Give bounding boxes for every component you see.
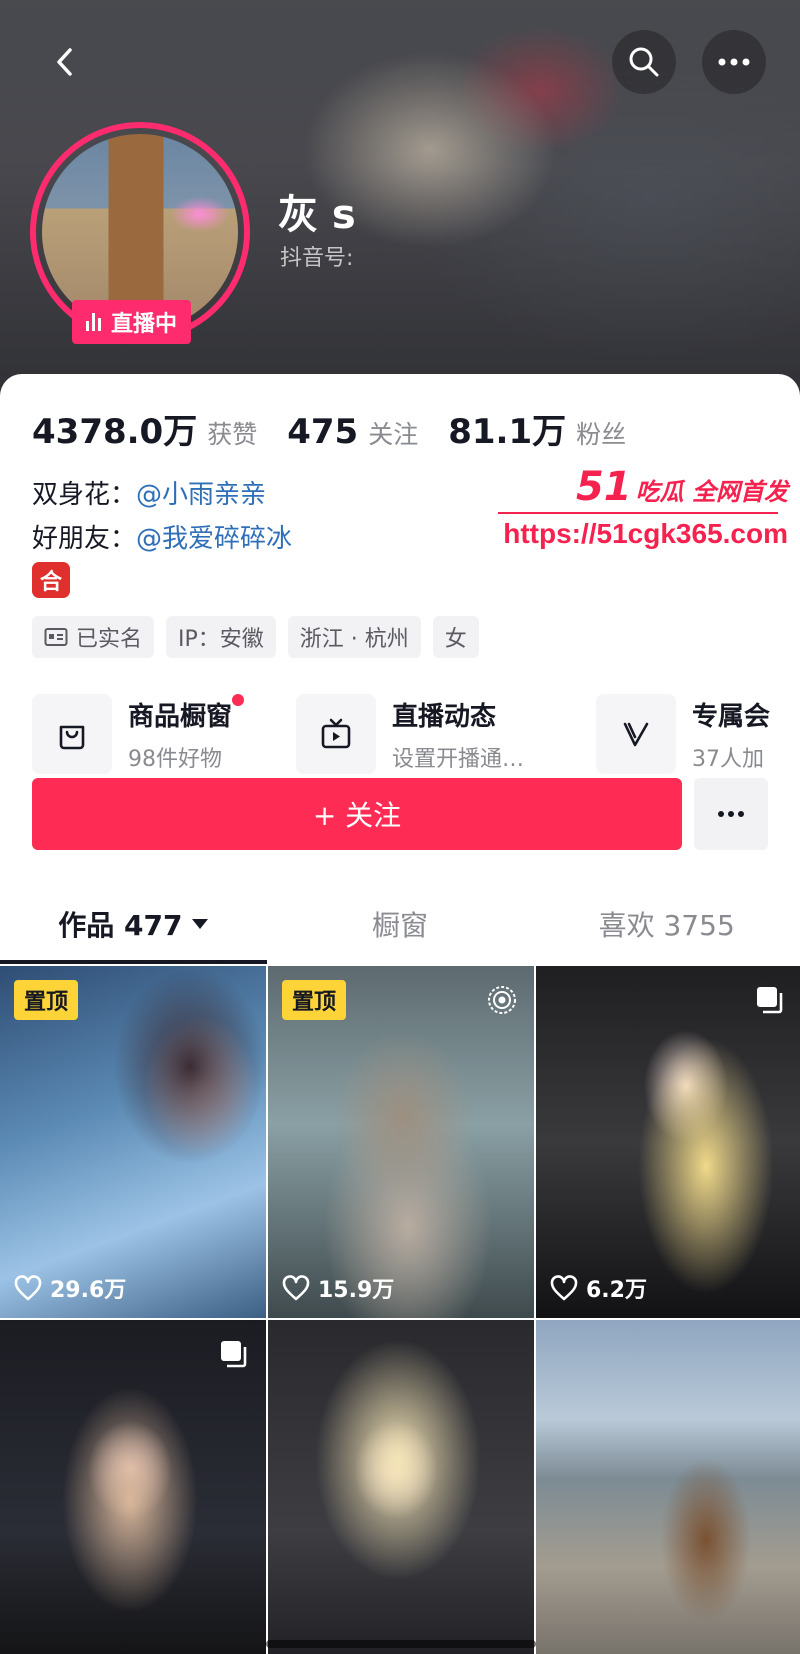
feature-icon-box [596,694,676,774]
feature-live-updates[interactable]: 直播动态 设置开播通… [296,694,524,774]
tab-shop-window[interactable]: 橱窗 [267,884,534,964]
stat-label: 粉丝 [576,420,627,449]
douyin-id[interactable]: 抖音号: [280,240,353,272]
notification-dot [232,694,245,706]
follow-button[interactable]: + 关注 [32,778,682,850]
watermark-url: https://51cgk365.com [503,518,788,549]
tag-text: 已实名 [76,627,143,652]
live-badge[interactable]: 直播中 [72,300,192,344]
tag-gender: 女 [432,616,479,658]
stat-label: 获赞 [207,420,258,449]
relation-handle[interactable]: @我爱碎碎冰 [136,524,292,554]
pinned-badge: 置顶 [14,980,79,1020]
v-logo-icon [623,722,649,747]
more-button[interactable] [702,30,766,94]
like-count: 15.9万 [282,1272,394,1304]
profile-tags: 已实名 IP：安徽 浙江 · 杭州 女 [32,616,479,658]
feature-icon-box [32,694,112,774]
feature-subtitle: 98件好物 [128,746,222,772]
search-button[interactable] [612,30,676,94]
follow-more-button[interactable] [694,778,768,850]
video-thumbnail[interactable]: 6.2万 [536,966,800,1318]
feature-subtitle: 37人加 [692,746,764,772]
feature-title: 专属会 [692,701,771,732]
home-indicator[interactable] [266,1640,536,1648]
stat-likes[interactable]: 4378.0万 获赞 [32,404,257,453]
pinned-badge: 置顶 [282,980,347,1020]
video-thumbnail[interactable] [268,1320,534,1654]
feature-icon-box [296,694,376,774]
tab-works[interactable]: 作品 477 [0,884,267,964]
feature-subtitle: 设置开播通… [392,746,525,772]
relation-handle[interactable]: @小雨亲亲 [136,480,266,510]
live-label: 直播中 [111,312,178,337]
tag-text: 浙江 · 杭州 [299,627,409,652]
tag-location: 浙江 · 杭州 [287,616,421,658]
more-dots-icon [718,811,744,817]
stat-value: 475 [287,412,359,452]
video-thumbnail[interactable]: 置顶 29.6万 [0,966,266,1318]
stat-value: 4378.0万 [32,412,198,452]
tab-likes[interactable]: 喜欢 3755 [533,884,800,964]
watermark-brand: 51 吃瓜 全网首发 [575,464,788,510]
video-grid: 置顶 29.6万 置顶 15.9万 6.2万 [0,966,800,1654]
stat-following[interactable]: 475 关注 [287,412,418,452]
relation-line: 好朋友：@我爱碎碎冰 [32,518,292,555]
more-dots-icon [718,58,750,66]
stat-label: 关注 [368,420,419,449]
feature-membership[interactable]: 专属会 37人加 [596,694,770,774]
heart-icon [14,1275,42,1301]
stat-followers[interactable]: 81.1万 粉丝 [448,404,626,453]
watermark: 51 吃瓜 全网首发 https://51cgk365.com [498,464,798,550]
tag-text: 女 [444,627,467,652]
caret-down-icon[interactable] [192,919,209,929]
video-thumbnail[interactable] [0,1320,266,1654]
heart-icon [282,1275,310,1301]
like-count: 6.2万 [550,1272,647,1304]
back-button[interactable] [34,30,98,94]
relation-label: 双身花： [32,480,137,510]
tab-label: 作品 477 [58,909,183,942]
heart-icon [550,1275,578,1301]
content-tabs: 作品 477 橱窗 喜欢 3755 [0,884,800,964]
feature-title: 直播动态 [392,701,497,732]
chevron-left-icon [57,48,72,76]
tag-verified: 已实名 [32,616,155,658]
feature-shop-window[interactable]: 商品橱窗 98件好物 [32,694,245,774]
profile-card: 4378.0万 获赞 475 关注 81.1万 粉丝 双身花：@小雨亲亲 好朋友… [0,374,800,1654]
relation-line: 双身花：@小雨亲亲 [32,474,266,511]
multi-image-icon [218,1338,250,1374]
tab-label: 喜欢 3755 [598,909,735,942]
nickname: 灰 s [278,192,356,238]
video-thumbnail[interactable] [536,1320,800,1654]
watermark-underline [498,512,778,514]
video-thumbnail[interactable]: 置顶 15.9万 [268,966,534,1318]
like-count: 29.6万 [14,1272,126,1304]
relation-label: 好朋友： [32,524,137,554]
live-bars-icon [86,313,101,331]
tag-text: IP：安徽 [178,627,264,652]
stat-value: 81.1万 [448,412,567,452]
live-target-icon [486,984,518,1020]
id-card-icon [44,628,68,646]
search-icon [629,47,659,77]
multi-image-icon [754,984,786,1020]
he-badge-icon: 合 [32,562,70,598]
feature-entries: 商品橱窗 98件好物 直播动态 设置开播通… 专属会 37人加 [32,694,800,784]
tag-ip: IP：安徽 [166,616,276,658]
tv-play-icon [321,718,351,749]
shopping-bag-icon [59,725,85,750]
stats-row: 4378.0万 获赞 475 关注 81.1万 粉丝 [32,404,626,453]
feature-title: 商品橱窗 [128,694,245,733]
tab-label: 橱窗 [372,909,429,942]
